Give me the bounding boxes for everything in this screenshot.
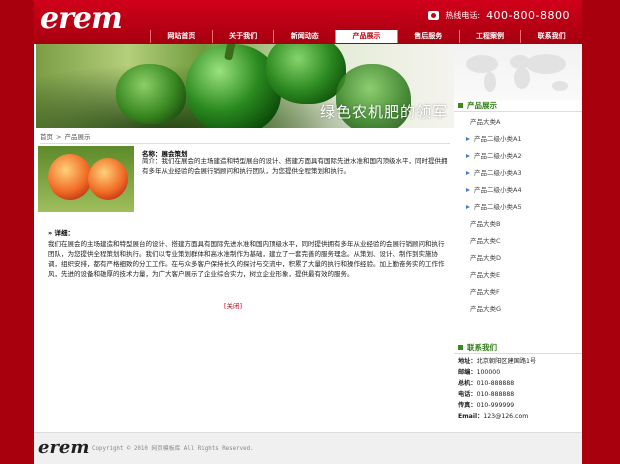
main-nav: 网站首页 关于我们 新闻动态 产品展示 售后服务 工程案例 联系我们 (150, 30, 582, 43)
contact-header: 联系我们 (454, 342, 582, 354)
product-brief-text: 我们在展会的主场建造和特型展台的设计、搭建方面具有国际先进水准和国内顶级水平，同… (142, 157, 448, 175)
category-label: 产品大类C (470, 237, 501, 245)
category-label: 产品二级小类A5 (474, 203, 522, 211)
hotline-number: 400-800-8800 (486, 9, 570, 22)
category-label: 产品大类A (470, 118, 501, 126)
contact-row: 传真：010-999999 (454, 400, 582, 411)
world-map-panel (454, 44, 582, 100)
arrow-right-icon (466, 137, 470, 141)
breadcrumb-home[interactable]: 首页 (40, 133, 53, 141)
hotline-label: 热线电话: (445, 11, 481, 20)
arrow-right-icon (466, 205, 470, 209)
category-item[interactable]: 产品大类D (454, 250, 582, 267)
contact-label: Email： (458, 413, 484, 420)
contact-value: 010-888888 (476, 380, 515, 387)
header: erem 热线电话: 400-800-8800 网站首页 关于我们 新闻动态 产… (34, 0, 582, 44)
contact-panel: 联系我们 地址：北京朝阳区建国路1号 邮编：100000 总机：010-888888… (454, 342, 582, 422)
phone-icon (428, 11, 440, 20)
contact-value: 010-999999 (476, 402, 515, 409)
copyright: Copyright © 2010 网页模板库 All Rights Reserv… (92, 446, 254, 452)
sidebar-header: 产品展示 (454, 100, 582, 112)
product-brief: 简介：我们在展会的主场建造和特型展台的设计、搭建方面具有国际先进水准和国内顶级水… (142, 156, 448, 176)
category-label: 产品大类E (470, 271, 501, 279)
contact-row: Email：123@126.com (454, 411, 582, 422)
contact-value: 010-888888 (476, 391, 515, 398)
contact-row: 地址：北京朝阳区建国路1号 (454, 356, 582, 367)
world-map-icon (466, 54, 568, 92)
contact-label: 地址： (458, 358, 477, 365)
contact-row: 电话：010-888888 (454, 389, 582, 400)
subcategory-item[interactable]: 产品二级小类A3 (454, 165, 582, 182)
close-link[interactable]: [关闭] (224, 300, 242, 310)
square-bullet-icon (458, 345, 463, 350)
banner: 绿色农机肥的领军 (36, 44, 454, 128)
detail-heading: » 详细： (48, 229, 74, 237)
sidebar-title: 产品展示 (467, 101, 497, 110)
hotline: 热线电话: 400-800-8800 (428, 9, 570, 22)
category-item[interactable]: 产品大类C (454, 233, 582, 250)
product-image (38, 146, 134, 212)
nav-service[interactable]: 售后服务 (396, 30, 459, 43)
pepper-image (116, 64, 186, 124)
nav-cases[interactable]: 工程案例 (458, 30, 521, 43)
page: erem 热线电话: 400-800-8800 网站首页 关于我们 新闻动态 产… (34, 0, 582, 464)
category-item[interactable]: 产品大类A (454, 114, 582, 131)
category-label: 产品大类F (470, 288, 500, 296)
footer-logo: erem (38, 437, 90, 458)
peach-image (48, 154, 92, 200)
footer: erem Copyright © 2010 网页模板库 All Rights R… (34, 432, 582, 464)
contact-label: 传真： (458, 402, 477, 409)
square-bullet-icon (458, 103, 463, 108)
contact-row: 邮编：100000 (454, 367, 582, 378)
breadcrumb-separator: > (56, 133, 62, 141)
category-label: 产品大类G (470, 305, 502, 313)
contact-row: 总机：010-888888 (454, 378, 582, 389)
subcategory-item[interactable]: 产品二级小类A5 (454, 199, 582, 216)
subcategory-item[interactable]: 产品二级小类A2 (454, 148, 582, 165)
sidebar-products: 产品展示 产品大类A 产品二级小类A1 产品二级小类A2 产品二级小类A3 产品二级小类… (454, 100, 582, 318)
category-item[interactable]: 产品大类E (454, 267, 582, 284)
category-item[interactable]: 产品大类F (454, 284, 582, 301)
pepper-image (266, 44, 346, 104)
contact-value: 123@126.com (483, 413, 529, 420)
category-label: 产品二级小类A1 (474, 135, 522, 143)
nav-products[interactable]: 产品展示 (335, 30, 397, 43)
category-label: 产品二级小类A3 (474, 169, 522, 177)
nav-about[interactable]: 关于我们 (211, 30, 274, 43)
contact-value: 100000 (476, 369, 501, 376)
category-label: 产品二级小类A4 (474, 186, 522, 194)
nav-news[interactable]: 新闻动态 (273, 30, 335, 43)
contact-title: 联系我们 (467, 343, 497, 352)
arrow-right-icon (466, 171, 470, 175)
banner-slogan: 绿色农机肥的领军 (319, 103, 448, 121)
contact-label: 邮编： (458, 369, 477, 376)
peach-image (88, 158, 128, 200)
arrow-right-icon (466, 154, 470, 158)
category-label: 产品大类D (470, 254, 502, 262)
nav-home[interactable]: 网站首页 (150, 30, 212, 43)
breadcrumb-current: 产品展示 (64, 133, 91, 141)
contact-label: 电话： (458, 391, 477, 398)
product-brief-label: 简介： (142, 157, 162, 165)
subcategory-item[interactable]: 产品二级小类A1 (454, 131, 582, 148)
category-item[interactable]: 产品大类G (454, 301, 582, 318)
breadcrumb: 首页 > 产品展示 (40, 132, 450, 144)
arrow-right-icon (466, 188, 470, 192)
category-label: 产品大类B (470, 220, 501, 228)
contact-value: 北京朝阳区建国路1号 (476, 358, 537, 365)
category-item[interactable]: 产品大类B (454, 216, 582, 233)
nav-contact[interactable]: 联系我们 (520, 30, 582, 43)
subcategory-item[interactable]: 产品二级小类A4 (454, 182, 582, 199)
category-label: 产品二级小类A2 (474, 152, 522, 160)
category-list: 产品大类A 产品二级小类A1 产品二级小类A2 产品二级小类A3 产品二级小类A4 产品二… (454, 114, 582, 318)
contact-label: 总机： (458, 380, 477, 387)
detail-text: 我们在展会的主场建造和特型展台的设计、搭建方面具有国际先进水准和国内顶级水平，同… (48, 240, 445, 278)
logo[interactable]: erem (40, 4, 123, 34)
contact-list: 地址：北京朝阳区建国路1号 邮编：100000 总机：010-888888 电话：01… (454, 356, 582, 422)
